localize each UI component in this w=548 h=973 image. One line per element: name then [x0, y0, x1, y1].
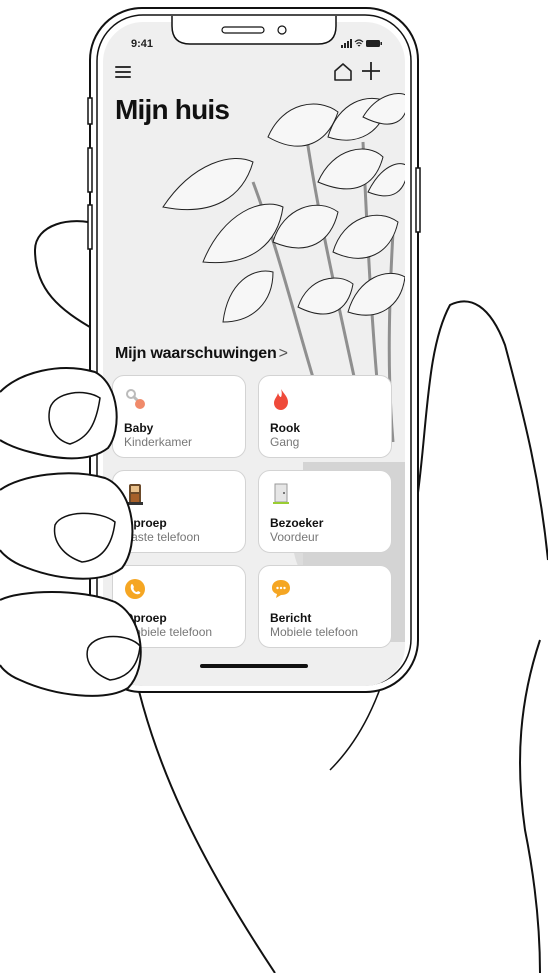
alert-card-subtitle: Gang	[270, 435, 300, 449]
alert-card-subtitle: Vaste telefoon	[124, 530, 200, 544]
alert-card-title: Oproep	[124, 611, 167, 625]
hamburger-icon-line	[115, 71, 131, 73]
plus-icon	[362, 62, 380, 80]
alert-card-mobile-call[interactable]: Oproep Mobiele telefoon	[112, 565, 246, 648]
alert-card-smoke[interactable]: Rook Gang	[258, 375, 392, 458]
alert-card-title: Bezoeker	[270, 516, 324, 530]
add-button[interactable]	[360, 60, 382, 82]
alerts-section-label: Mijn waarschuwingen	[115, 345, 277, 362]
chevron-right-icon: >	[278, 345, 288, 362]
chat-bubble-icon	[272, 580, 290, 598]
wifi-icon	[354, 39, 364, 47]
home-button[interactable]	[333, 62, 353, 82]
alert-card-subtitle: Mobiele telefoon	[124, 625, 213, 639]
flame-icon	[274, 389, 288, 410]
home-indicator[interactable]	[200, 664, 308, 668]
alert-card-baby[interactable]: Baby Kinderkamer	[112, 375, 246, 458]
hamburger-icon-line	[115, 76, 131, 78]
status-time: 9:41	[131, 38, 154, 50]
house-icon	[334, 63, 352, 81]
status-icons	[341, 39, 382, 48]
alerts-section-link[interactable]: Mijn waarschuwingen >	[115, 345, 288, 363]
alert-card-subtitle: Mobiele telefoon	[270, 625, 359, 639]
phone-screen: 9:41 Mijn huis Mijn waarschuwingen > Baby	[103, 22, 405, 686]
landline-phone-icon	[127, 484, 143, 505]
alert-card-visitor[interactable]: Bezoeker Voordeur	[258, 470, 392, 553]
signal-icon	[341, 39, 352, 48]
battery-icon	[366, 40, 382, 47]
phone-call-icon	[125, 579, 145, 599]
alert-card-title: Oproep	[124, 516, 167, 530]
baby-pacifier-icon	[126, 389, 145, 409]
alert-card-subtitle: Voordeur	[270, 530, 319, 544]
door-icon	[273, 483, 289, 504]
alert-card-message[interactable]: Bericht Mobiele telefoon	[258, 565, 392, 648]
hamburger-icon	[115, 66, 131, 68]
menu-button[interactable]	[115, 64, 133, 80]
alert-card-title: Baby	[124, 421, 154, 435]
page-title: Mijn huis	[115, 94, 230, 125]
alert-card-title: Rook	[270, 421, 300, 435]
alert-card-title: Bericht	[270, 611, 312, 625]
alert-card-subtitle: Kinderkamer	[124, 435, 193, 449]
alert-card-landline-call[interactable]: Oproep Vaste telefoon	[112, 470, 246, 553]
